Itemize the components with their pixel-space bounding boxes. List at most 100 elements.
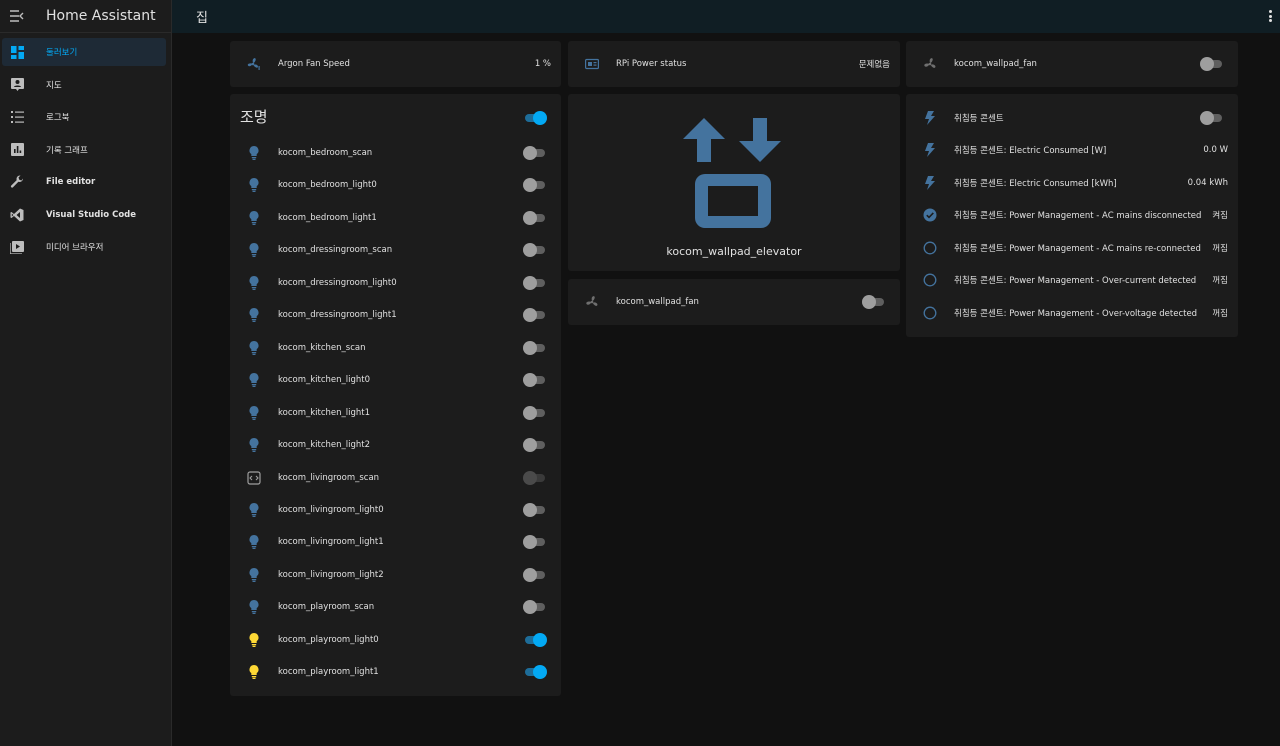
wallpad-fan-toggle[interactable] <box>1200 57 1224 71</box>
light-row[interactable]: kocom_bedroom_light1 <box>230 202 561 234</box>
flash-icon <box>922 142 938 158</box>
entity-state: 켜짐 <box>1212 211 1228 221</box>
fan-icon <box>584 294 600 310</box>
elevator-icon <box>683 118 781 228</box>
light-row[interactable]: kocom_dressingroom_light0 <box>230 267 561 299</box>
format-list-bulleted-icon <box>10 110 24 124</box>
light-row[interactable]: kocom_kitchen_scan <box>230 332 561 364</box>
lightbulb-icon <box>246 210 262 226</box>
outlet-toggle[interactable] <box>1200 111 1224 125</box>
light-row[interactable]: kocom_playroom_light1 <box>230 656 561 688</box>
entity-state: 0.0 W <box>1203 145 1228 155</box>
light-row[interactable]: kocom_playroom_light0 <box>230 624 561 656</box>
entity-row[interactable]: 취침등 콘센트: Electric Consumed [W] 0.0 W <box>906 134 1238 166</box>
light-name: kocom_bedroom_scan <box>278 148 373 158</box>
entity-row[interactable]: kocom_wallpad_fan <box>568 286 900 318</box>
light-name: kocom_bedroom_light0 <box>278 180 377 191</box>
light-row[interactable]: kocom_livingroom_light2 <box>230 559 561 591</box>
sidebar-item-vscode[interactable]: Visual Studio Code <box>2 201 166 229</box>
light-name: kocom_dressingroom_scan <box>278 245 393 256</box>
light-row[interactable]: kocom_kitchen_light1 <box>230 397 561 429</box>
light-name: kocom_kitchen_light1 <box>278 407 371 418</box>
entity-name: 취침등 콘센트: Power Management - Over-voltage… <box>954 309 1198 319</box>
sidebar-item-media-browser[interactable]: 미디어 브라우저 <box>2 233 166 261</box>
entity-row[interactable]: 취침등 콘센트: Power Management - AC mains dis… <box>906 199 1238 231</box>
light-toggle[interactable] <box>523 502 547 517</box>
light-name: kocom_bedroom_light1 <box>278 212 377 223</box>
elevator-card[interactable]: kocom_wallpad_elevator <box>568 94 900 271</box>
light-toggle[interactable] <box>523 275 547 290</box>
light-toggle[interactable] <box>523 373 547 388</box>
rpi-power-card[interactable]: RPi Power status 문제없음 <box>568 41 900 87</box>
sidebar-item-overview[interactable]: 둘러보기 <box>2 38 166 66</box>
light-row[interactable]: kocom_bedroom_scan <box>230 137 561 169</box>
sidebar-item-file-editor[interactable]: File editor <box>2 168 166 196</box>
light-toggle[interactable] <box>523 470 547 485</box>
light-toggle[interactable] <box>523 567 547 582</box>
entity-row[interactable]: 취침등 콘센트: Electric Consumed [kWh] 0.04 kW… <box>906 167 1238 199</box>
light-toggle[interactable] <box>523 340 547 355</box>
light-toggle[interactable] <box>523 210 547 225</box>
sidebar-item-logbook[interactable]: 로그북 <box>2 103 166 131</box>
light-name: kocom_kitchen_light2 <box>278 440 371 451</box>
outlet-card: 취침등 콘센트 취침등 콘센트: Electric Consumed [W] 0… <box>906 94 1238 337</box>
sidebar: Home Assistant 둘러보기 지도 로그북 기록 그래프 File e… <box>0 0 172 746</box>
light-row[interactable]: kocom_livingroom_scan <box>230 462 561 494</box>
checkbox-blank-circle-outline-icon <box>922 305 938 321</box>
entity-state: 0.04 kWh <box>1187 178 1228 188</box>
checkbox-marked-circle-icon <box>922 207 938 223</box>
light-toggle[interactable] <box>523 535 547 550</box>
lightbulb-icon <box>246 664 262 680</box>
light-row[interactable]: kocom_dressingroom_light1 <box>230 299 561 331</box>
fan-speed-card[interactable]: Argon Fan Speed 1 % <box>230 41 561 87</box>
entity-row[interactable]: 취침등 콘센트: Power Management - Over-voltage… <box>906 297 1238 329</box>
lights-master-toggle[interactable] <box>523 111 547 125</box>
light-toggle[interactable] <box>523 438 547 453</box>
entity-row[interactable]: Argon Fan Speed 1 % <box>230 48 561 80</box>
sidebar-item-history[interactable]: 기록 그래프 <box>2 136 166 164</box>
entity-row[interactable]: RPi Power status 문제없음 <box>568 48 900 80</box>
more-vert-icon[interactable] <box>1266 9 1274 23</box>
light-toggle[interactable] <box>523 632 547 647</box>
light-toggle[interactable] <box>523 308 547 323</box>
entity-state: 꺼짐 <box>1212 244 1228 254</box>
light-row[interactable]: kocom_livingroom_light0 <box>230 494 561 526</box>
sidebar-item-map[interactable]: 지도 <box>2 71 166 99</box>
entity-name: RPi Power status <box>616 59 687 69</box>
light-toggle[interactable] <box>523 405 547 420</box>
sidebar-item-label: File editor <box>46 177 96 187</box>
light-name: kocom_playroom_scan <box>278 602 375 613</box>
wallpad-fan-card[interactable]: kocom_wallpad_fan <box>906 41 1238 87</box>
light-row[interactable]: kocom_dressingroom_scan <box>230 234 561 266</box>
entity-row[interactable]: 취침등 콘센트: Power Management - AC mains re-… <box>906 232 1238 264</box>
entity-row[interactable]: kocom_wallpad_fan <box>906 48 1238 80</box>
chart-box-icon <box>10 143 24 157</box>
light-toggle[interactable] <box>523 178 547 193</box>
light-row[interactable]: kocom_kitchen_light0 <box>230 364 561 396</box>
sidebar-item-label: 지도 <box>46 80 62 91</box>
lights-card: 조명 kocom_bedroom_scan kocom_bedroom_light… <box>230 94 561 696</box>
entity-name: kocom_wallpad_elevator <box>666 245 802 258</box>
light-toggle[interactable] <box>523 146 547 160</box>
light-row[interactable]: kocom_livingroom_light1 <box>230 526 561 558</box>
entity-state: 문제없음 <box>858 60 890 70</box>
light-row[interactable]: kocom_playroom_scan <box>230 591 561 623</box>
entity-row[interactable]: 취침등 콘센트: Power Management - Over-current… <box>906 264 1238 296</box>
light-toggle[interactable] <box>523 665 547 680</box>
wallpad-fan-toggle[interactable] <box>862 295 886 309</box>
lightbulb-icon <box>246 567 262 583</box>
light-row[interactable]: kocom_kitchen_light2 <box>230 429 561 461</box>
sidebar-header: Home Assistant <box>0 0 171 33</box>
lightbulb-icon <box>246 275 262 291</box>
entity-row[interactable]: 취침등 콘센트 <box>906 102 1238 134</box>
light-toggle[interactable] <box>523 243 547 258</box>
menu-collapse-icon[interactable] <box>0 0 34 33</box>
light-name: kocom_kitchen_light0 <box>278 375 371 386</box>
wallpad-fan-card-2[interactable]: kocom_wallpad_fan <box>568 279 900 325</box>
light-row[interactable]: kocom_bedroom_light0 <box>230 169 561 201</box>
wrench-icon <box>10 175 24 189</box>
sidebar-item-label: 둘러보기 <box>46 48 78 58</box>
sidebar-item-label: 로그북 <box>46 113 70 123</box>
light-toggle[interactable] <box>523 600 547 615</box>
dashboard-icon <box>10 45 24 59</box>
